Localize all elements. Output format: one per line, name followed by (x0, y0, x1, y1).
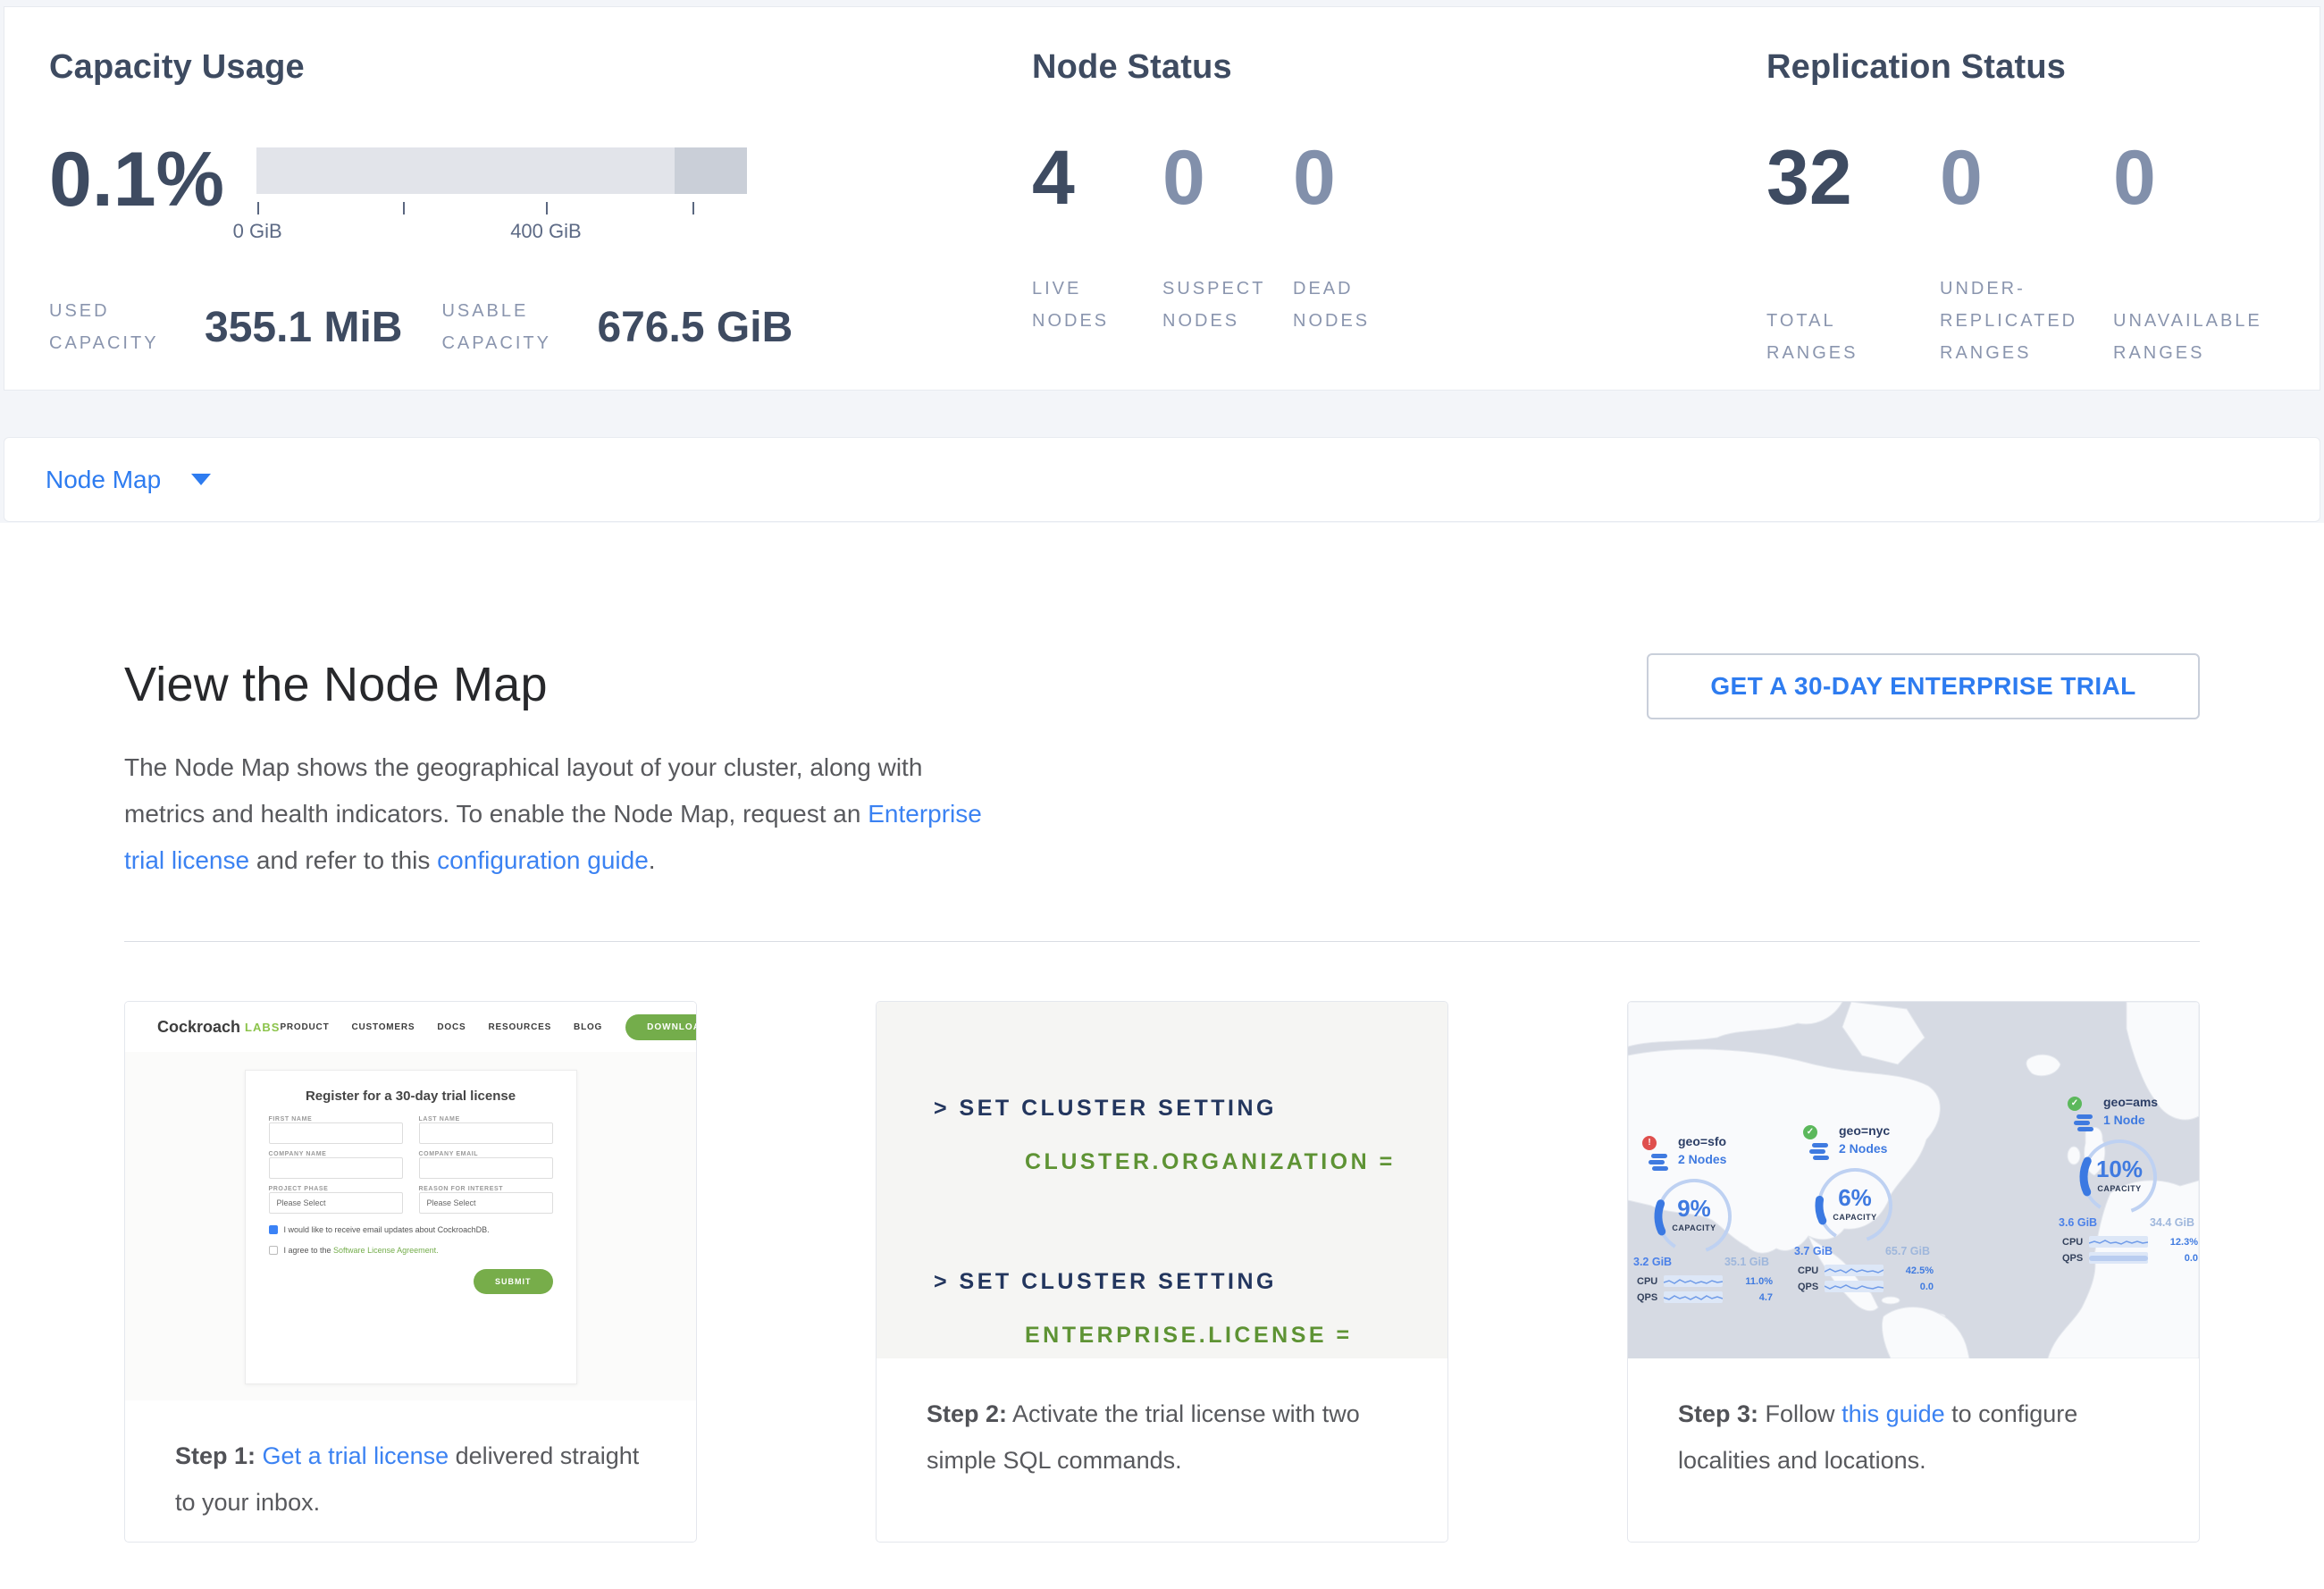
chevron-down-icon (191, 474, 211, 485)
company-name-field (269, 1157, 403, 1179)
license-agreement-checkbox (269, 1246, 278, 1255)
cpu-sparkline (1825, 1265, 1884, 1276)
database-stack-icon (1649, 1154, 1670, 1173)
total-ranges-count: 32 (1766, 137, 1940, 219)
replication-status-section: Replication Status 32 0 0 TOTAL RANGES U… (1766, 48, 2286, 369)
capacity-usage-section: Capacity Usage 0.1% 0 GiB 400 GiB (49, 48, 793, 359)
mock-download-button: DOWNLOAD (625, 1014, 697, 1040)
capacity-gauge: 6% CAPACITY (1814, 1164, 1896, 1247)
enterprise-trial-license-link[interactable]: Enterprise (868, 800, 982, 828)
step2-caption: Step 2: Activate the trial license with … (877, 1358, 1447, 1484)
node-status-title: Node Status (1032, 48, 1423, 87)
enterprise-trial-license-link[interactable]: trial license (124, 846, 249, 874)
cluster-summary-panel: Capacity Usage 0.1% 0 GiB 400 GiB (4, 6, 2320, 391)
capacity-bar-ticks (256, 202, 747, 216)
suspect-nodes-count: 0 (1162, 137, 1293, 219)
page-title: View the Node Map (124, 657, 1027, 712)
step2-card: > SET CLUSTER SETTING CLUSTER.ORGANIZATI… (876, 1001, 1448, 1543)
node-map-preview: ! geo=sfo 2 Nodes 9% CAPACITY 3.2 (1628, 1002, 2199, 1358)
node-status-section: Node Status 4 0 0 LIVE NODES SUSPECT NOD… (1032, 48, 1423, 337)
step3-caption: Step 3: Follow this guide to configure l… (1628, 1358, 2199, 1484)
section-divider (124, 941, 2200, 942)
qps-sparkline (1664, 1291, 1723, 1303)
capacity-bar-track (256, 147, 747, 194)
capacity-bar-reserved-segment (675, 147, 747, 194)
node-map-placeholder-content: View the Node Map The Node Map shows the… (0, 523, 2324, 1589)
qps-sparkline (1825, 1281, 1884, 1292)
step3-card: ! geo=sfo 2 Nodes 9% CAPACITY 3.2 (1627, 1001, 2200, 1543)
warning-badge-icon: ! (1642, 1136, 1657, 1150)
get-trial-license-link[interactable]: Get a trial license (263, 1442, 449, 1469)
dead-nodes-count: 0 (1293, 137, 1423, 219)
capacity-gauge: 10% CAPACITY (2078, 1136, 2160, 1218)
used-capacity-label: USED CAPACITY (49, 295, 192, 359)
trial-register-form: Register for a 30-day trial license FIRS… (245, 1070, 577, 1384)
capacity-bar: 0 GiB 400 GiB (256, 139, 747, 247)
usable-capacity-label: USABLE CAPACITY (441, 295, 584, 359)
cockroach-logo-labs: LABS (245, 1021, 280, 1034)
tick-label-400gib: 400 GiB (510, 220, 582, 243)
healthy-badge-icon: ✓ (1803, 1125, 1817, 1139)
last-name-field (419, 1122, 553, 1144)
cpu-sparkline (1664, 1275, 1723, 1287)
under-replicated-count: 0 (1940, 137, 2113, 219)
unavailable-count: 0 (2113, 137, 2286, 219)
capacity-gauge: 9% CAPACITY (1653, 1175, 1735, 1257)
trial-license-site-screenshot: Cockroach LABS PRODUCT CUSTOMERS DOCS RE… (125, 1002, 696, 1400)
company-email-field (419, 1157, 553, 1179)
database-stack-icon (1809, 1143, 1831, 1163)
qps-sparkline (2089, 1252, 2148, 1264)
intro-description: The Node Map shows the geographical layo… (124, 744, 1027, 884)
live-nodes-label: LIVE NODES (1032, 273, 1162, 337)
reason-select: Please Select (419, 1192, 553, 1214)
tick-label-0gib: 0 GiB (233, 220, 282, 243)
mock-site-nav: PRODUCT CUSTOMERS DOCS RESOURCES BLOG (280, 1022, 602, 1032)
step1-caption: Step 1: Get a trial license delivered st… (125, 1400, 696, 1526)
first-name-field (269, 1122, 403, 1144)
node-map-selector[interactable]: Node Map (4, 437, 2320, 522)
configuration-guide-link[interactable]: configuration guide (437, 846, 649, 874)
cpu-sparkline (2089, 1236, 2148, 1248)
used-capacity-value: 355.1 MiB (205, 303, 402, 352)
dead-nodes-label: DEAD NODES (1293, 273, 1423, 337)
node-map-selector-label[interactable]: Node Map (46, 466, 161, 494)
project-phase-select: Please Select (269, 1192, 403, 1214)
email-updates-checkbox (269, 1225, 278, 1234)
healthy-badge-icon: ✓ (2068, 1097, 2082, 1111)
live-nodes-count: 4 (1032, 137, 1162, 219)
suspect-nodes-label: SUSPECT NODES (1162, 273, 1293, 337)
capacity-percent: 0.1% (49, 139, 224, 247)
capacity-usage-title: Capacity Usage (49, 48, 793, 87)
replication-status-title: Replication Status (1766, 48, 2286, 87)
total-ranges-label: TOTAL RANGES (1766, 305, 1940, 369)
step1-card: Cockroach LABS PRODUCT CUSTOMERS DOCS RE… (124, 1001, 697, 1543)
usable-capacity-value: 676.5 GiB (597, 303, 793, 352)
mock-submit-button: SUBMIT (474, 1269, 553, 1294)
cockroach-logo-word: Cockroach (157, 1018, 240, 1037)
trial-form-title: Register for a 30-day trial license (269, 1089, 553, 1104)
get-enterprise-trial-button[interactable]: GET A 30-DAY ENTERPRISE TRIAL (1647, 653, 2200, 719)
this-guide-link[interactable]: this guide (1842, 1400, 1945, 1427)
sql-commands-snippet: > SET CLUSTER SETTING CLUSTER.ORGANIZATI… (877, 1002, 1447, 1358)
under-replicated-label: UNDER-REPLICATED RANGES (1940, 273, 2113, 369)
unavailable-label: UNAVAILABLE RANGES (2113, 305, 2286, 369)
database-stack-icon (2074, 1114, 2095, 1134)
